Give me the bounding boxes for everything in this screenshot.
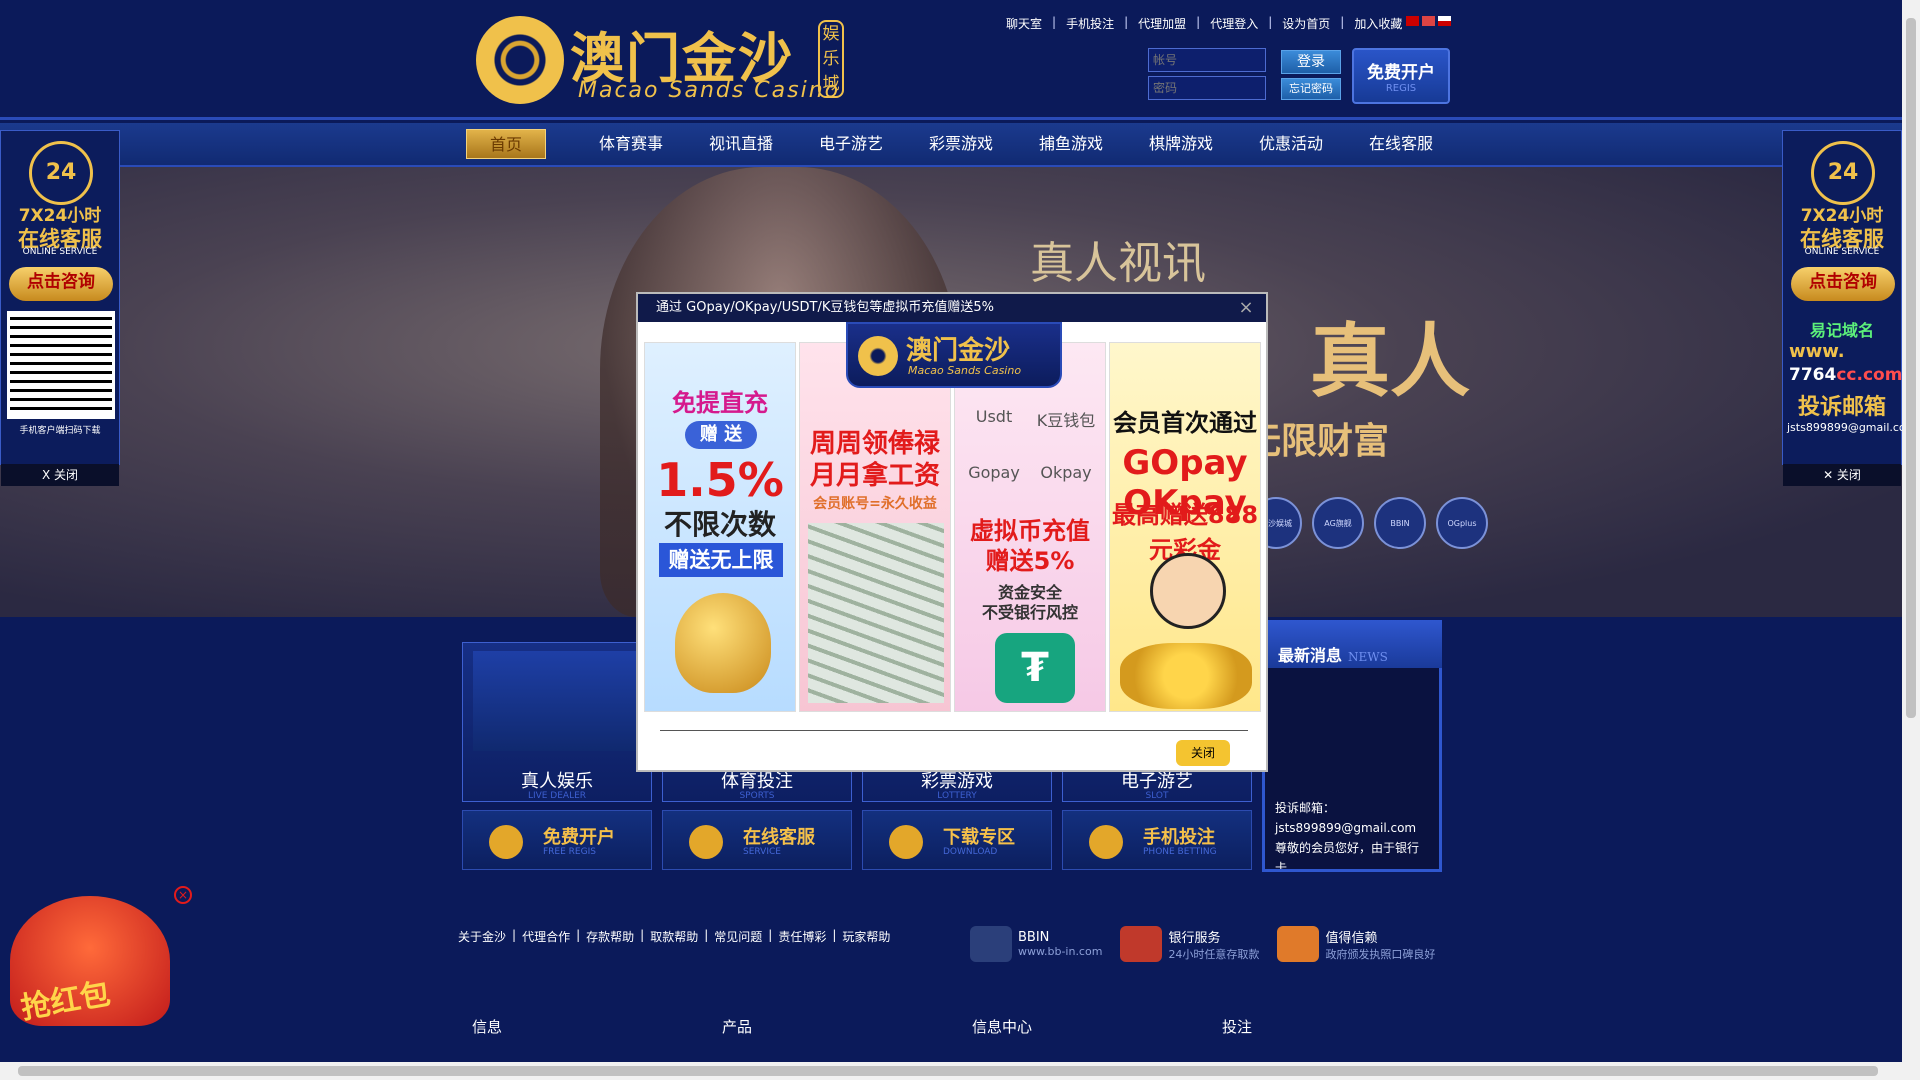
promo-popup: 通过 GOpay/OKpay/USDT/K豆钱包等虚拟币充值赠送5% × 免提直… bbox=[636, 292, 1268, 772]
promo-panel-direct[interactable]: 免提直充 赠 送 1.5% 不限次数 赠送无上限 bbox=[644, 342, 796, 712]
promo-text: 会员首次通过 bbox=[1113, 409, 1257, 437]
horizontal-scrollbar[interactable] bbox=[0, 1062, 1902, 1080]
promo-text: 会员账号=永久收益 bbox=[813, 496, 937, 512]
promo-text: 赠送无上限 bbox=[659, 543, 783, 577]
gopay-icon: Gopay bbox=[968, 463, 1020, 482]
sun-logo-icon bbox=[858, 336, 898, 376]
promo-panel-salary[interactable]: 周周领俸禄 月月拿工资 会员账号=永久收益 bbox=[799, 342, 951, 712]
vertical-scroll-thumb[interactable] bbox=[1906, 18, 1916, 718]
popup-divider bbox=[660, 730, 1248, 731]
promo-text: 不限次数 bbox=[663, 508, 776, 541]
promo-text: 月月拿工资 bbox=[809, 461, 940, 491]
popup-title: 通过 GOpay/OKpay/USDT/K豆钱包等虚拟币充值赠送5% bbox=[638, 294, 1266, 322]
cash-image bbox=[808, 523, 944, 703]
promo-panel-first-deposit[interactable]: 会员首次通过 GOpay OKpay 最高赠送888元彩金 bbox=[1109, 342, 1261, 712]
cartoon-man-icon bbox=[1150, 553, 1226, 629]
promo-text: 免提直充 bbox=[672, 389, 768, 417]
kdou-wallet-icon: K豆钱包 bbox=[1036, 411, 1096, 430]
promo-text: 1.5% bbox=[656, 453, 784, 507]
tether-icon: ₮ bbox=[995, 633, 1075, 703]
promo-panel-crypto[interactable]: Usdt K豆钱包 Gopay Okpay 虚拟币充值 赠送5% 资金安全 不受… bbox=[954, 342, 1106, 712]
promo-text: 不受银行风控 bbox=[981, 603, 1078, 622]
gold-coins-icon bbox=[1120, 643, 1252, 709]
popup-close-button[interactable]: 关闭 bbox=[1176, 740, 1230, 766]
popup-logo: 澳门金沙 Macao Sands Casino bbox=[846, 322, 1062, 388]
vertical-scrollbar[interactable] bbox=[1902, 0, 1920, 1080]
promo-text: 赠 送 bbox=[685, 421, 757, 449]
popup-logo-en: Macao Sands Casino bbox=[908, 364, 1022, 377]
popup-close-icon[interactable]: × bbox=[1236, 298, 1256, 318]
usdt-icon: Usdt bbox=[975, 407, 1013, 426]
okpay-icon: Okpay bbox=[1040, 463, 1092, 482]
gold-bag-icon bbox=[675, 593, 771, 693]
modal-overlay: 通过 GOpay/OKpay/USDT/K豆钱包等虚拟币充值赠送5% × 免提直… bbox=[0, 0, 1902, 1080]
promo-text: 赠送5% bbox=[985, 547, 1075, 575]
horizontal-scroll-thumb[interactable] bbox=[18, 1066, 1878, 1076]
popup-logo-cn: 澳门金沙 bbox=[906, 336, 1011, 366]
